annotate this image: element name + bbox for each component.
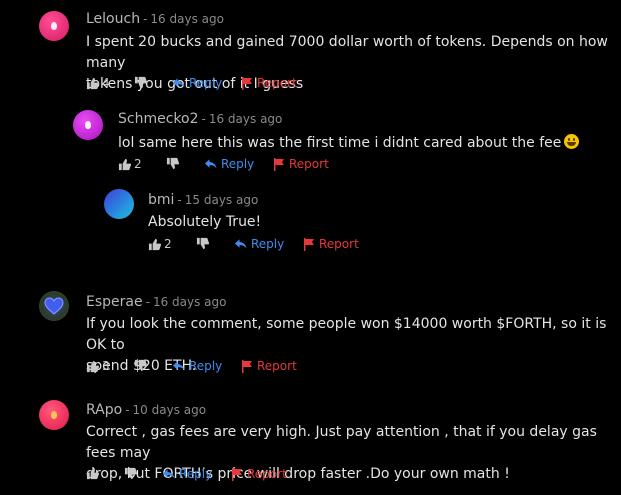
avatar[interactable] [39, 11, 69, 41]
report-label: Report [257, 76, 297, 90]
meta-separator: - [201, 112, 206, 126]
thumbs-down-icon [166, 157, 179, 170]
comment-text: Absolutely True! [148, 212, 548, 233]
comment-text-line: Correct , gas fees are very high. Just p… [86, 424, 597, 461]
like-count: 4 [102, 76, 110, 90]
reply-button[interactable]: Reply [172, 359, 222, 373]
comment-meta: Lelouch -16 days ago [86, 11, 224, 27]
report-label: Report [257, 359, 297, 373]
comment-text-line: lol same here this was the first time i … [118, 135, 562, 151]
avatar[interactable] [39, 291, 69, 321]
comment-actions: 2 Reply Report [148, 237, 398, 255]
reply-button[interactable]: Reply [204, 157, 254, 171]
like-button[interactable]: 4 [86, 76, 110, 90]
avatar-glyph-icon [85, 121, 91, 129]
comment-meta: Esperae -16 days ago [86, 294, 226, 310]
comment-actions: Reply Report [86, 467, 336, 485]
flag-icon [274, 157, 284, 171]
dislike-button[interactable] [196, 237, 209, 250]
avatar-glyph-icon [51, 22, 57, 30]
comment-text-line: If you look the comment, some people won… [86, 316, 607, 353]
comment-actions: 4 Reply Report [86, 76, 336, 94]
thumbs-up-icon [118, 158, 131, 170]
report-label: Report [289, 157, 329, 171]
like-button[interactable]: 3 [86, 359, 110, 373]
timestamp: 16 days ago [152, 295, 227, 309]
thumbs-up-icon [86, 360, 99, 372]
report-button[interactable]: Report [241, 359, 297, 373]
thumbs-down-icon [134, 359, 147, 372]
avatar[interactable] [104, 189, 134, 219]
meta-separator: - [177, 193, 182, 207]
author-name[interactable]: Esperae [86, 294, 143, 310]
thumbs-down-icon [196, 237, 209, 250]
flag-icon [242, 359, 252, 373]
report-button[interactable]: Report [303, 237, 359, 251]
dislike-button[interactable] [166, 157, 179, 170]
dislike-button[interactable] [124, 467, 137, 480]
reply-arrow-icon [172, 361, 185, 371]
heart-avatar-icon [44, 297, 64, 315]
meta-separator: - [145, 295, 150, 309]
flag-icon [242, 76, 252, 90]
like-button[interactable] [86, 467, 99, 480]
thumbs-up-icon [86, 77, 99, 89]
reply-button[interactable]: Reply [162, 467, 212, 481]
reply-arrow-icon [204, 159, 217, 169]
comment-meta: bmi -15 days ago [148, 192, 258, 208]
comment-text-line: I spent 20 bucks and gained 7000 dollar … [86, 34, 608, 71]
reply-label: Reply [221, 157, 255, 171]
reply-button[interactable]: Reply [234, 237, 284, 251]
comment-actions: 2 Reply Report [118, 157, 368, 175]
meta-separator: - [143, 12, 148, 26]
thumbs-up-icon [86, 467, 99, 480]
flag-icon [304, 237, 314, 251]
reply-arrow-icon [162, 469, 175, 479]
like-button[interactable]: 2 [148, 237, 172, 251]
author-name[interactable]: RApo [86, 402, 122, 418]
timestamp: 16 days ago [150, 12, 224, 26]
reply-label: Reply [179, 467, 213, 481]
thumbs-down-icon [124, 467, 137, 480]
reply-label: Reply [251, 237, 285, 251]
avatar[interactable] [73, 110, 103, 140]
reply-arrow-icon [172, 78, 185, 88]
dislike-button[interactable] [134, 359, 147, 372]
comment-text-line: Absolutely True! [148, 214, 262, 230]
report-label: Report [319, 237, 359, 251]
author-name[interactable]: bmi [148, 192, 174, 208]
timestamp: 10 days ago [132, 403, 207, 417]
comment-meta: RApo -10 days ago [86, 402, 206, 418]
reply-label: Reply [189, 359, 223, 373]
author-name[interactable]: Lelouch [86, 11, 140, 27]
like-count: 2 [134, 157, 142, 171]
report-button[interactable]: Report [273, 157, 329, 171]
comment-text: lol same here this was the first time i … [118, 133, 608, 154]
report-button[interactable]: Report [241, 76, 297, 90]
meta-separator: - [125, 403, 130, 417]
reply-label: Reply [189, 76, 223, 90]
report-label: Report [247, 467, 287, 481]
reply-button[interactable]: Reply [172, 76, 222, 90]
comment-meta: Schmecko2-16 days ago [118, 111, 282, 127]
dislike-button[interactable] [134, 76, 147, 89]
like-button[interactable]: 2 [118, 157, 142, 171]
like-count: 3 [102, 359, 110, 373]
flag-icon [232, 467, 242, 481]
like-count: 2 [164, 237, 172, 251]
grinning-face-icon [564, 134, 580, 149]
author-name[interactable]: Schmecko2 [118, 111, 199, 127]
timestamp: 15 days ago [184, 193, 259, 207]
avatar-glyph-icon [51, 411, 57, 419]
thumbs-up-icon [148, 238, 161, 250]
thumbs-down-icon [134, 76, 147, 89]
report-button[interactable]: Report [231, 467, 287, 481]
avatar[interactable] [39, 400, 69, 430]
comment-actions: 3 Reply Report [86, 359, 336, 377]
reply-arrow-icon [234, 239, 247, 249]
timestamp: 16 days ago [208, 112, 283, 126]
